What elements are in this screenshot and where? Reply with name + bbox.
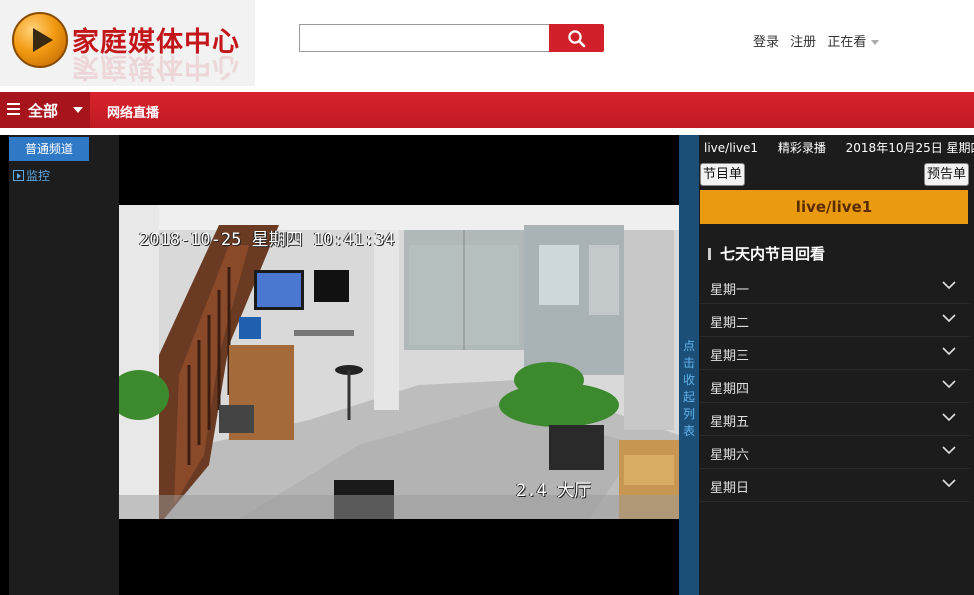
sidebar-item-monitor[interactable]: 监控: [13, 167, 50, 184]
current-stream-title: live/live1: [700, 190, 968, 224]
play-square-icon: [13, 170, 24, 181]
stream-name: live/live1: [704, 141, 758, 155]
user-links: 登录 注册 正在看: [753, 31, 880, 50]
program-panel: live/live1 精彩录播 2018年10月25日 星期四 节目单 预告单 …: [699, 135, 974, 595]
sidebar-item-label: 监控: [26, 169, 51, 183]
heading-marker: [708, 248, 711, 260]
chevron-down-icon[interactable]: [942, 446, 956, 455]
chevron-down-icon[interactable]: [942, 479, 956, 488]
nav-item-live[interactable]: 网络直播: [107, 102, 159, 121]
replay-day-label: 星期五: [710, 415, 750, 430]
replay-heading: 七天内节目回看: [708, 243, 825, 264]
replay-day-row[interactable]: 星期六: [700, 436, 970, 469]
app-root: { "header": { "logo_text": "家庭媒体中心", "se…: [0, 0, 974, 595]
replay-day-row[interactable]: 星期三: [700, 337, 970, 370]
stream-info-bar: live/live1 精彩录播 2018年10月25日 星期四: [704, 139, 974, 156]
menu-icon: [7, 103, 20, 115]
tab-normal-channels[interactable]: 普通频道: [9, 137, 89, 161]
chevron-down-icon[interactable]: [942, 413, 956, 422]
video-player[interactable]: 2018-10-25 星期四 10:41:34 2.4 大厅: [119, 135, 679, 595]
main-nav: 全部 网络直播: [0, 92, 974, 128]
replay-day-label: 星期日: [710, 481, 750, 496]
search-icon: [568, 30, 586, 48]
replay-day-label: 星期六: [710, 448, 750, 463]
replay-day-row[interactable]: 星期二: [700, 304, 970, 337]
chevron-down-icon[interactable]: [942, 281, 956, 290]
channel-sidebar: 普通频道 监控: [9, 135, 119, 595]
chevron-down-icon[interactable]: [942, 314, 956, 323]
logo[interactable]: 家庭媒体中心 家庭媒体中心: [0, 0, 255, 86]
chevron-down-icon[interactable]: [871, 40, 880, 45]
video-frame[interactable]: 2018-10-25 星期四 10:41:34 2.4 大厅: [119, 205, 679, 519]
replay-day-row[interactable]: 星期四: [700, 370, 970, 403]
chevron-down-icon[interactable]: [942, 380, 956, 389]
search-button[interactable]: [549, 24, 604, 52]
content-area: 普通频道 监控 2018-10-25 星期四 10:41:34 2.4 大厅 点…: [0, 135, 974, 595]
play-logo-icon: [12, 12, 68, 68]
osd-datetime: 2018-10-25 星期四 10:41:34: [139, 230, 395, 250]
search-input[interactable]: [299, 24, 549, 52]
schedule-button[interactable]: 节目单: [700, 163, 746, 186]
logo-reflection: 家庭媒体中心: [72, 51, 240, 82]
caret-down-icon: [73, 107, 83, 113]
all-categories-label: 全部: [28, 102, 59, 120]
replay-day-row[interactable]: 星期日: [700, 469, 970, 502]
replay-day-label: 星期二: [710, 316, 750, 331]
replay-day-label: 星期一: [710, 283, 750, 298]
replay-day-row[interactable]: 星期五: [700, 403, 970, 436]
chevron-down-icon[interactable]: [942, 347, 956, 356]
collapse-list-toggle[interactable]: 点击收起列表: [679, 135, 699, 595]
replay-day-row[interactable]: 星期一: [700, 271, 970, 304]
replay-day-label: 星期四: [710, 382, 750, 397]
replay-day-list: 星期一星期二星期三星期四星期五星期六星期日: [700, 271, 970, 502]
stream-status: 精彩录播: [777, 141, 826, 155]
preview-button[interactable]: 预告单: [924, 163, 970, 186]
replay-day-label: 星期三: [710, 349, 750, 364]
collapse-list-label: 点击收起列表: [682, 339, 695, 438]
camera-feed-image: [119, 205, 679, 519]
replay-heading-label: 七天内节目回看: [720, 245, 826, 263]
stream-date: 2018年10月25日 星期四: [845, 141, 974, 155]
login-link[interactable]: 登录: [753, 35, 779, 50]
osd-location: 2.4 大厅: [516, 481, 591, 501]
all-categories-button[interactable]: 全部: [0, 92, 90, 128]
register-link[interactable]: 注册: [790, 35, 816, 50]
watching-link[interactable]: 正在看: [827, 35, 866, 50]
header: 家庭媒体中心 家庭媒体中心 登录 注册 正在看: [0, 0, 974, 90]
